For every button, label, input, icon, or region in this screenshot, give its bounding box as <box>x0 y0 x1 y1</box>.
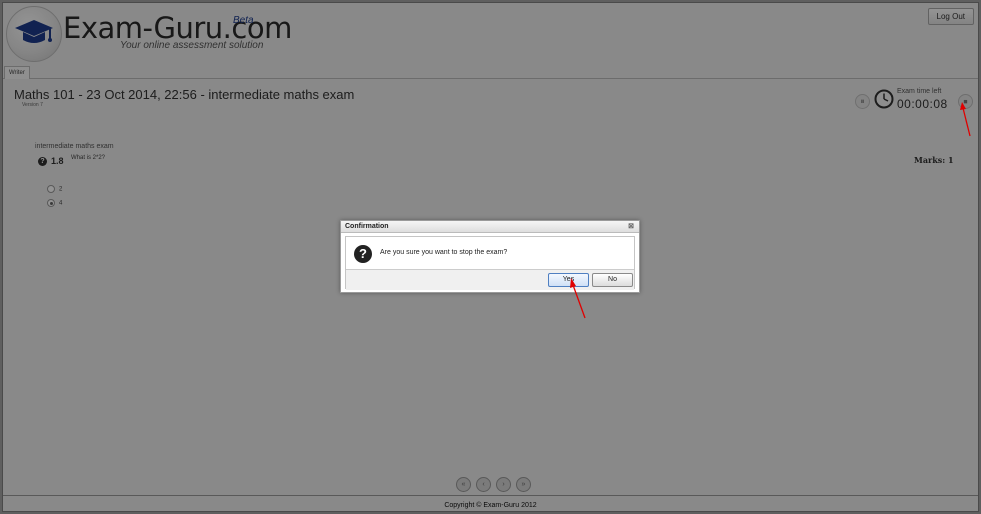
dialog-message: Are you sure you want to stop the exam? <box>380 249 508 256</box>
dialog-title-bar: Confirmation ⊠ <box>341 221 639 233</box>
confirmation-dialog: Confirmation ⊠ ? Are you sure you want t… <box>340 220 640 293</box>
annotation-arrow-stop <box>960 102 971 137</box>
question-icon: ? <box>354 245 372 263</box>
close-icon[interactable]: ⊠ <box>628 221 634 232</box>
dialog-button-bar: Yes No <box>346 269 634 290</box>
annotation-arrow-yes <box>570 278 586 319</box>
dialog-title: Confirmation <box>345 223 389 230</box>
no-button[interactable]: No <box>592 273 633 287</box>
dialog-body: ? Are you sure you want to stop the exam… <box>345 236 635 290</box>
